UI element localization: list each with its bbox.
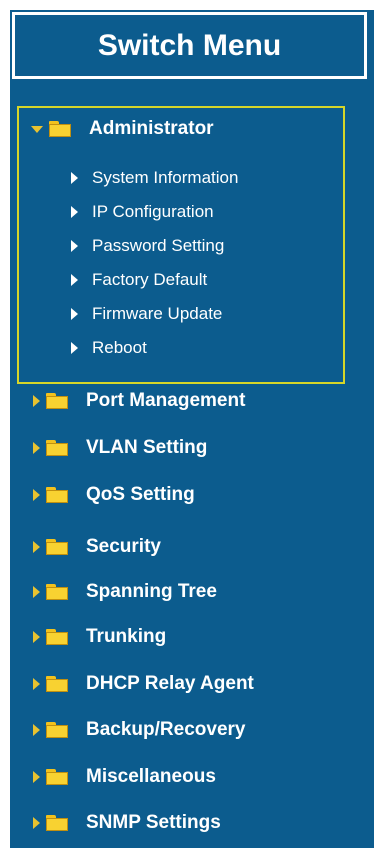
menu-item-label: Administrator [89, 118, 214, 139]
chevron-right-icon [33, 724, 40, 736]
folder-icon [46, 629, 68, 645]
folder-icon [46, 584, 68, 600]
chevron-right-icon [33, 442, 40, 454]
menu-item-label: Port Management [86, 390, 246, 411]
chevron-right-icon [33, 678, 40, 690]
menu-item-spanning-tree[interactable]: Spanning Tree [33, 577, 217, 607]
arrow-right-icon [71, 274, 78, 286]
switch-menu-panel: Switch Menu Administrator System Informa… [0, 0, 376, 848]
submenu-item-label: Firmware Update [92, 304, 223, 323]
menu-item-label: SNMP Settings [86, 812, 221, 833]
menu-item-qos-setting[interactable]: QoS Setting [33, 480, 195, 510]
folder-icon [46, 440, 68, 456]
folder-icon [49, 121, 71, 137]
menu-item-miscellaneous[interactable]: Miscellaneous [33, 762, 216, 792]
submenu-item-label: Factory Default [92, 270, 208, 289]
chevron-right-icon [33, 489, 40, 501]
menu-item-port-management[interactable]: Port Management [33, 386, 245, 416]
menu-item-administrator[interactable]: Administrator [31, 114, 214, 144]
menu-item-label: Spanning Tree [86, 581, 217, 602]
menu-item-label: VLAN Setting [86, 437, 208, 458]
submenu-item-label: System Information [92, 168, 239, 187]
arrow-right-icon [71, 342, 78, 354]
folder-icon [46, 487, 68, 503]
folder-icon [46, 393, 68, 409]
chevron-right-icon [33, 395, 40, 407]
folder-icon [46, 769, 68, 785]
folder-icon [46, 676, 68, 692]
chevron-right-icon [33, 817, 40, 829]
folder-icon [46, 539, 68, 555]
menu-item-label: DHCP Relay Agent [86, 673, 254, 694]
arrow-right-icon [71, 240, 78, 252]
menu-item-snmp-settings[interactable]: SNMP Settings [33, 808, 221, 838]
arrow-right-icon [71, 172, 78, 184]
submenu-item-password-setting[interactable]: Password Setting [71, 231, 224, 261]
chevron-right-icon [33, 586, 40, 598]
menu-item-label: Trunking [86, 626, 167, 647]
arrow-right-icon [71, 308, 78, 320]
submenu-item-label: IP Configuration [92, 202, 214, 221]
folder-icon [46, 815, 68, 831]
menu-item-label: Backup/Recovery [86, 719, 246, 740]
folder-icon [46, 722, 68, 738]
submenu-item-ip-configuration[interactable]: IP Configuration [71, 197, 214, 227]
submenu-item-firmware-update[interactable]: Firmware Update [71, 299, 222, 329]
chevron-right-icon [33, 771, 40, 783]
menu-item-vlan-setting[interactable]: VLAN Setting [33, 433, 207, 463]
menu-title: Switch Menu [97, 28, 282, 62]
chevron-down-icon [31, 125, 43, 133]
submenu-item-reboot[interactable]: Reboot [71, 333, 147, 363]
menu-item-label: Miscellaneous [86, 766, 216, 787]
chevron-right-icon [33, 541, 40, 553]
chevron-right-icon [33, 631, 40, 643]
menu-item-backup-recovery[interactable]: Backup/Recovery [33, 715, 245, 745]
submenu-item-system-information[interactable]: System Information [71, 163, 238, 193]
menu-item-label: QoS Setting [86, 484, 195, 505]
arrow-right-icon [71, 206, 78, 218]
menu-area: Switch Menu Administrator System Informa… [10, 10, 374, 848]
menu-item-label: Security [86, 536, 161, 557]
menu-item-trunking[interactable]: Trunking [33, 622, 166, 652]
submenu-item-label: Reboot [92, 338, 147, 357]
menu-item-dhcp-relay-agent[interactable]: DHCP Relay Agent [33, 669, 254, 699]
menu-item-security[interactable]: Security [33, 532, 161, 562]
menu-title-box: Switch Menu [12, 12, 367, 79]
submenu-item-label: Password Setting [92, 236, 225, 255]
submenu-item-factory-default[interactable]: Factory Default [71, 265, 207, 295]
